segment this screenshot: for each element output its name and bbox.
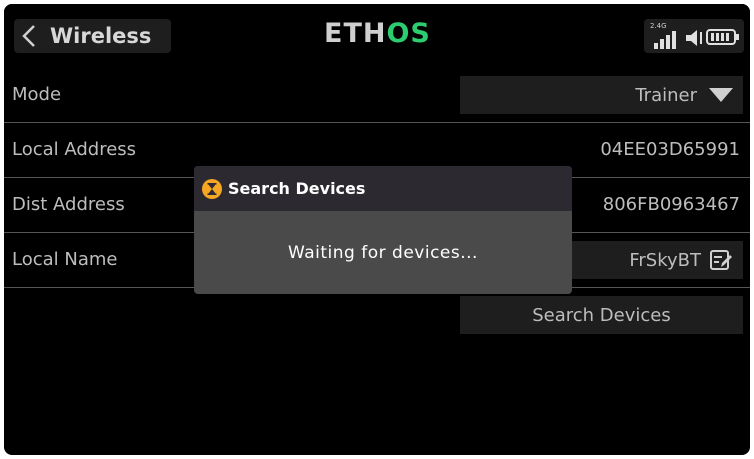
ethos-logo: ETHOS: [324, 18, 431, 49]
dialog-title: Search Devices: [228, 179, 366, 198]
dist-address-value: 806FB0963467: [602, 194, 740, 215]
back-chevron-icon: [14, 19, 44, 53]
search-devices-button[interactable]: Search Devices: [460, 296, 743, 334]
local-address-label: Local Address: [12, 139, 137, 160]
search-devices-dialog: Search Devices Waiting for devices...: [194, 166, 572, 294]
mode-label: Mode: [12, 84, 62, 105]
signal-icon: [654, 31, 676, 49]
volume-icon: [686, 30, 702, 46]
hourglass-icon: [202, 178, 222, 199]
top-bar: Wireless ETHOS 2.4G: [4, 4, 750, 62]
logo-accent-text: OS: [386, 18, 431, 49]
dropdown-arrow-icon: [709, 88, 733, 102]
local-name-label: Local Name: [12, 249, 118, 270]
dialog-message: Waiting for devices...: [288, 242, 478, 263]
status-area: 2.4G: [644, 19, 744, 53]
dist-address-label: Dist Address: [12, 194, 125, 215]
local-name-value: FrSkyBT: [629, 249, 701, 271]
page-title: Wireless: [50, 24, 152, 48]
edit-icon: [710, 250, 732, 270]
mode-dropdown[interactable]: Trainer: [460, 76, 743, 114]
mode-row: Mode Trainer: [4, 68, 750, 123]
logo-main-text: ETH: [324, 18, 387, 49]
mode-value: Trainer: [635, 84, 697, 106]
back-button[interactable]: Wireless: [14, 19, 171, 53]
battery-icon: [706, 29, 739, 45]
radio-screen: Wireless ETHOS 2.4G Mode Trainer Local A…: [4, 4, 750, 455]
local-address-value: 04EE03D65991: [600, 139, 740, 160]
dialog-header: Search Devices: [194, 166, 572, 211]
